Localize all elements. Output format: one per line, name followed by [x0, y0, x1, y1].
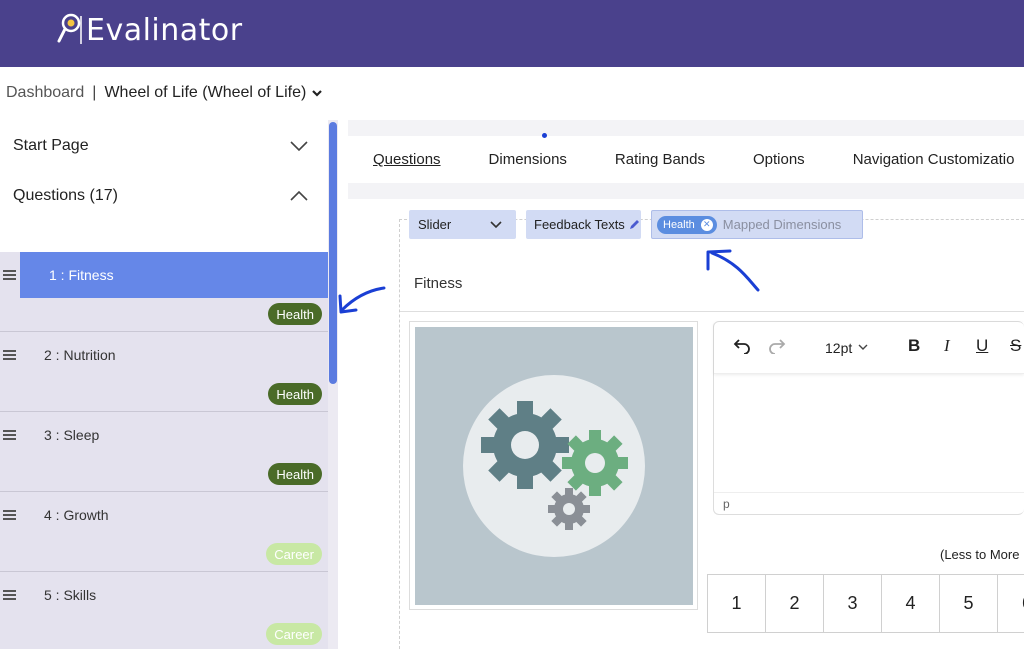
app-logo[interactable]: Evalinator: [56, 10, 243, 50]
question-title[interactable]: Fitness: [414, 275, 462, 292]
drag-handle-icon[interactable]: [3, 430, 16, 442]
app-name: Evalinator: [86, 12, 243, 48]
question-label[interactable]: 2 : Nutrition: [20, 332, 140, 378]
scale-option[interactable]: 3: [823, 574, 881, 633]
chevron-down-icon: [858, 344, 868, 350]
feedback-texts-button[interactable]: Feedback Texts: [526, 210, 641, 239]
tab-questions[interactable]: Questions: [373, 151, 441, 168]
italic-button[interactable]: I: [944, 336, 950, 356]
questions-section-header[interactable]: Questions (17): [0, 171, 326, 221]
dimension-badge: Career: [266, 623, 322, 645]
question-label[interactable]: 1 : Fitness: [20, 252, 328, 298]
questions-label: Questions (17): [13, 187, 118, 204]
editor-statusbar: p: [714, 492, 1024, 515]
scrollbar-thumb[interactable]: [329, 122, 337, 384]
rich-text-editor[interactable]: 12pt B I U S p: [713, 321, 1024, 515]
breadcrumb: Dashboard | Wheel of Life (Wheel of Life…: [6, 84, 323, 102]
annotation-arrow-icon: [338, 286, 386, 314]
start-page-section-header[interactable]: Start Page: [0, 121, 326, 171]
question-item-fitness[interactable]: 1 : Fitness Health: [0, 252, 328, 332]
editor-main: Questions Dimensions Rating Bands Option…: [348, 120, 1024, 649]
bold-button[interactable]: B: [908, 336, 920, 356]
tab-bar: Questions Dimensions Rating Bands Option…: [348, 136, 1024, 183]
drag-handle-icon[interactable]: [3, 590, 16, 602]
mapped-dimensions-placeholder: Mapped Dimensions: [722, 217, 842, 232]
question-type-select[interactable]: Slider: [409, 210, 516, 239]
scale-option[interactable]: 1: [707, 574, 765, 633]
question-label[interactable]: 5 : Skills: [20, 572, 120, 618]
mapped-dimensions-field[interactable]: Health ✕ Mapped Dimensions: [651, 210, 863, 239]
drag-handle-icon[interactable]: [3, 510, 16, 522]
dimension-chip[interactable]: Health ✕: [657, 215, 717, 234]
chevron-up-icon: [290, 190, 308, 201]
scale-caption: (Less to More: [940, 547, 1020, 562]
image-placeholder: [415, 327, 693, 605]
feedback-texts-label: Feedback Texts: [534, 217, 625, 232]
dimension-badge: Health: [268, 383, 322, 405]
question-list: 1 : Fitness Health 2 : Nutrition Health …: [0, 252, 328, 649]
question-item-growth[interactable]: 4 : Growth Career: [0, 492, 328, 572]
question-editor: Slider Feedback Texts Health ✕ Mapped Di…: [348, 199, 1024, 649]
undo-icon[interactable]: [733, 338, 751, 354]
underline-button[interactable]: U: [976, 336, 988, 356]
tab-options[interactable]: Options: [753, 151, 805, 168]
question-label[interactable]: 4 : Growth: [20, 492, 133, 538]
question-item-nutrition[interactable]: 2 : Nutrition Health: [0, 332, 328, 412]
question-image[interactable]: [409, 321, 698, 610]
magnifier-logo-icon: [57, 13, 82, 44]
question-sidebar: Start Page Questions (17) 1 : Fitness He…: [0, 120, 338, 649]
gears-icon: [463, 375, 645, 557]
remove-chip-icon[interactable]: ✕: [700, 218, 713, 231]
tab-rating-bands[interactable]: Rating Bands: [615, 151, 705, 168]
indicator-dot: [542, 133, 547, 138]
breadcrumb-dashboard-link[interactable]: Dashboard: [6, 84, 84, 102]
strikethrough-button[interactable]: S: [1010, 336, 1021, 356]
dimension-badge: Health: [268, 303, 322, 325]
font-size-value: 12pt: [825, 339, 853, 356]
title-divider: [400, 311, 1024, 312]
question-type-value: Slider: [418, 217, 452, 232]
dimension-badge: Health: [268, 463, 322, 485]
sidebar-scrollbar[interactable]: [328, 120, 338, 649]
chevron-down-icon: [290, 141, 308, 152]
drag-handle-icon[interactable]: [3, 350, 16, 362]
scale-option[interactable]: 4: [881, 574, 939, 633]
question-item-skills[interactable]: 5 : Skills Career: [0, 572, 328, 649]
scale-option[interactable]: 5: [939, 574, 997, 633]
breadcrumb-separator: |: [92, 84, 97, 101]
drag-handle-icon[interactable]: [3, 270, 16, 282]
rating-scale: 1 2 3 4 5 6: [707, 574, 1024, 633]
scale-option[interactable]: 6: [997, 574, 1024, 633]
redo-icon[interactable]: [768, 338, 786, 354]
tab-navigation-customization[interactable]: Navigation Customizatio: [853, 151, 1015, 168]
pencil-icon: [629, 220, 639, 229]
breadcrumb-current-assessment[interactable]: Wheel of Life (Wheel of Life): [104, 84, 306, 102]
dimension-badge: Career: [266, 543, 322, 565]
element-path: p: [723, 497, 730, 511]
top-header: Evalinator: [0, 0, 1024, 67]
question-item-sleep[interactable]: 3 : Sleep Health: [0, 412, 328, 492]
scale-option[interactable]: 2: [765, 574, 823, 633]
start-page-label: Start Page: [13, 137, 89, 154]
question-label[interactable]: 3 : Sleep: [20, 412, 123, 458]
dimension-chip-label: Health: [663, 218, 695, 231]
chevron-down-icon[interactable]: [311, 88, 323, 98]
tab-dimensions[interactable]: Dimensions: [489, 151, 567, 168]
annotation-arrow-icon: [706, 249, 760, 292]
font-size-select[interactable]: 12pt: [817, 334, 873, 361]
editor-toolbar: 12pt B I U S: [714, 322, 1024, 374]
chevron-down-icon: [490, 220, 502, 228]
